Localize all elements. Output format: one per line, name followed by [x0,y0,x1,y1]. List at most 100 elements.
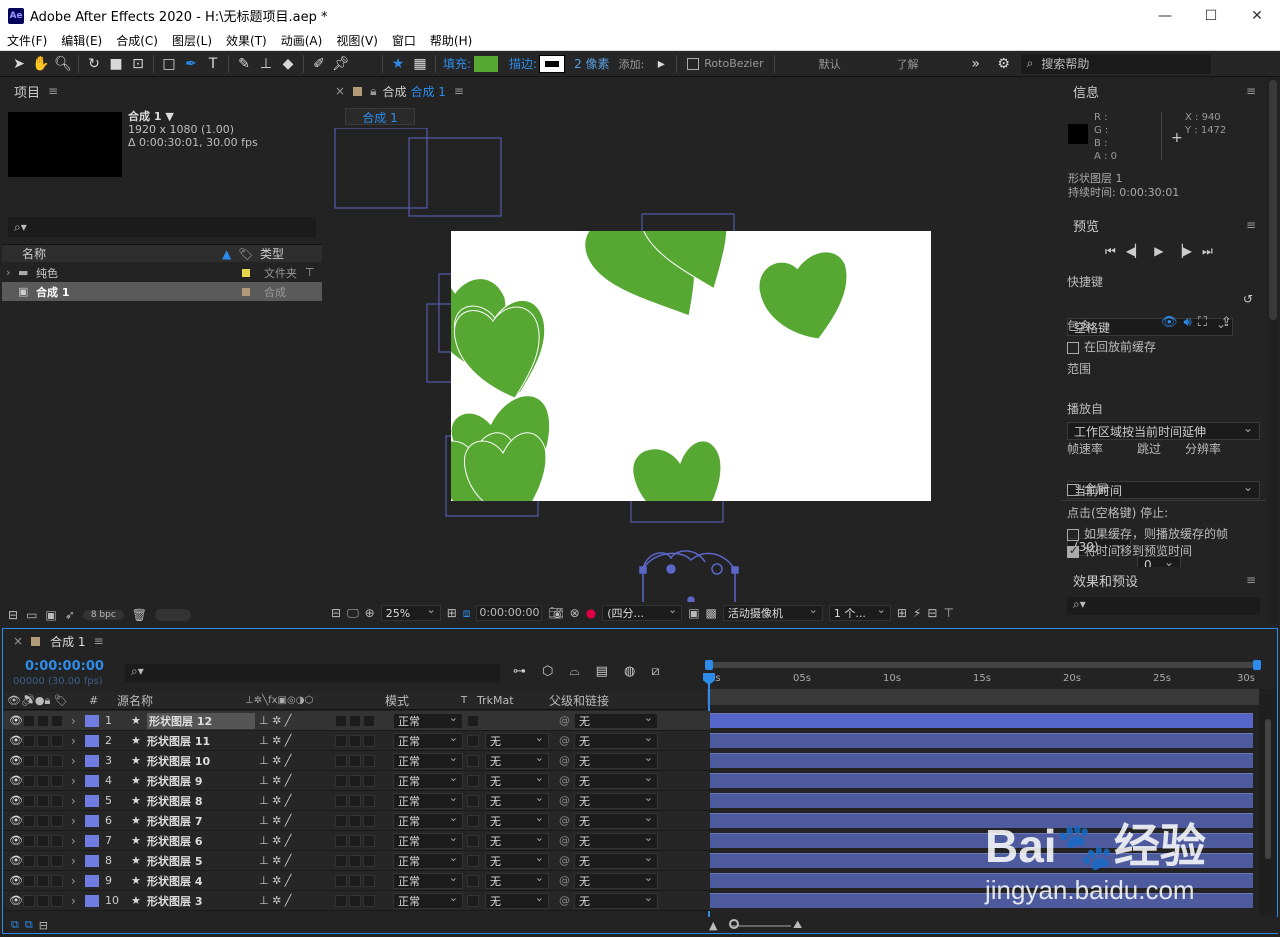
snapshot-icon[interactable]: 📷︎ [548,606,563,620]
layout-icon[interactable]: ⊞ [897,606,907,620]
menu-window[interactable]: 窗口 [385,32,423,49]
more-workspaces-icon[interactable]: » [965,53,987,75]
menu-help[interactable]: 帮助(H) [423,32,479,49]
layer-search-input[interactable]: ⌕▾ [125,664,500,682]
clone-stamp-tool-icon[interactable]: ⊥ [255,53,277,75]
layer-name[interactable]: 形状图层 6 [147,833,255,849]
label-color[interactable] [85,734,99,747]
parent-dropdown[interactable]: 无 [574,831,658,849]
lock-switch[interactable] [51,814,63,827]
layer-name[interactable]: 形状图层 7 [147,813,255,829]
fill-label[interactable]: 填充: [443,55,471,72]
panel-menu-icon[interactable]: ≡ [454,84,464,98]
work-area-start-handle[interactable] [705,660,713,670]
eye-icon[interactable]: 👁︎ [3,894,23,907]
layer-row[interactable]: 👁︎ › 10 ★ 形状图层 3⊥ ✲ ╱ 正常 无 @ 无 [3,891,711,911]
render-time-icon[interactable]: ⊟ [39,919,48,932]
col-type-header[interactable]: 类型 [260,245,284,262]
preserve-transparency-switch[interactable] [467,794,479,807]
eye-icon[interactable]: 👁︎ [3,854,23,867]
3d-switch[interactable] [363,774,375,787]
zoom-slider[interactable] [731,925,791,927]
always-preview-icon[interactable]: ⊟ [331,606,341,620]
overlay-include-icon[interactable]: ⛶ [1198,315,1207,330]
layer-duration-bar[interactable] [710,773,1253,788]
pickwhip-icon[interactable]: @ [559,714,570,727]
comp-tab-name[interactable]: 合成 1 [410,83,445,100]
chevron-right-icon[interactable]: › [71,834,85,848]
pickwhip-icon[interactable]: @ [559,794,570,807]
3d-switch[interactable] [363,894,375,907]
lock-switch[interactable] [51,754,63,767]
label-color[interactable] [242,268,250,277]
close-tab-icon[interactable]: × [335,84,345,98]
parent-dropdown[interactable]: 无 [574,711,658,729]
pan-behind-tool-icon[interactable]: ⊡ [127,53,149,75]
audio-switch[interactable] [23,754,35,767]
trkmat-dropdown[interactable]: 无 [485,791,549,809]
play-cached-checkbox[interactable] [1067,528,1079,541]
range-dropdown[interactable]: 工作区域按当前时间延伸 [1067,421,1260,440]
eye-icon[interactable]: 👁︎ [3,754,23,767]
eye-icon[interactable]: 👁︎ [3,774,23,787]
stroke-color-swatch[interactable] [539,54,566,73]
selection-tool-icon[interactable]: ➤ [8,53,30,75]
solo-switch[interactable] [37,794,49,807]
panel-menu-icon[interactable]: ≡ [1246,218,1256,232]
reset-icon[interactable]: ↺ [1243,292,1253,306]
preserve-transparency-switch[interactable] [467,874,479,887]
flowchart-icon[interactable]: ⊤ [305,266,315,279]
layer-row[interactable]: 👁︎ › 5 ★ 形状图层 8⊥ ✲ ╱ 正常 无 @ 无 [3,791,711,811]
pickwhip-icon[interactable]: @ [559,834,570,847]
lock-switch[interactable] [51,734,63,747]
col-mode-header[interactable]: 模式 [385,692,461,709]
solo-switch[interactable] [37,874,49,887]
fx-switch[interactable] [335,714,347,727]
switches-header-icons[interactable]: ⊥✲╲fx▣◎◑⬡ [245,695,385,706]
fx-switch[interactable] [335,734,347,747]
trkmat-dropdown[interactable]: 无 [485,811,549,829]
layer-switches[interactable]: ⊥ ✲ ╱ [255,754,335,767]
menu-animation[interactable]: 动画(A) [274,32,330,49]
label-color[interactable] [85,754,99,767]
preserve-transparency-switch[interactable] [467,714,479,727]
solo-switch[interactable] [37,714,49,727]
eye-icon[interactable]: 👁︎ [3,874,23,887]
blend-mode-dropdown[interactable]: 正常 [393,891,463,909]
trkmat-dropdown[interactable]: 无 [485,771,549,789]
preserve-transparency-switch[interactable] [467,774,479,787]
work-area-end-handle[interactable] [1253,660,1261,670]
right-scrollbar[interactable] [1268,78,1278,623]
chevron-right-icon[interactable]: › [71,774,85,788]
last-frame-icon[interactable]: ⏭ [1202,244,1213,259]
blend-mode-dropdown[interactable]: 正常 [393,851,463,869]
pickwhip-icon[interactable]: @ [559,754,570,767]
lock-switch[interactable] [51,874,63,887]
blend-mode-dropdown[interactable]: 正常 [393,771,463,789]
layer-duration-bar[interactable] [710,713,1253,728]
solo-switch[interactable] [37,774,49,787]
comp-subtab[interactable]: 合成 1 [345,108,415,125]
fast-preview-icon[interactable]: ⚡︎ [913,606,921,620]
chevron-right-icon[interactable]: › [71,854,85,868]
label-color[interactable] [85,834,99,847]
solo-switch[interactable] [37,894,49,907]
chevron-right-icon[interactable]: › [71,814,85,828]
rotate-tool-icon[interactable]: ↻ [83,53,105,75]
resolution-dropdown[interactable]: (四分... [602,603,683,621]
fx-switch[interactable] [335,814,347,827]
parent-dropdown[interactable]: 无 [574,891,658,909]
graph-editor-icon[interactable]: ⧄ [651,664,659,679]
panel-menu-icon[interactable]: ≡ [94,634,104,648]
trash-icon[interactable]: 🗑︎ [132,608,147,622]
solo-switch[interactable] [37,754,49,767]
lock-switch[interactable] [51,854,63,867]
work-area-bar[interactable] [707,662,1257,668]
layer-name[interactable]: 形状图层 8 [147,793,255,809]
layer-name[interactable]: 形状图层 11 [147,733,255,749]
solo-switch[interactable] [37,834,49,847]
brush-tool-icon[interactable]: ✎ [233,53,255,75]
layer-row[interactable]: 👁︎ › 2 ★ 形状图层 11⊥ ✲ ╱ 正常 无 @ 无 [3,731,711,751]
toggle-modes-icon[interactable]: ⧉ [25,918,33,932]
lock-switch[interactable] [51,794,63,807]
